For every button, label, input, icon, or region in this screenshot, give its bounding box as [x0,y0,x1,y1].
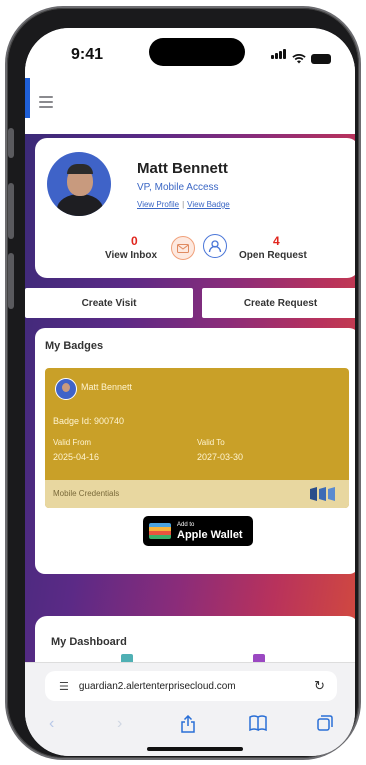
view-inbox-link[interactable]: View Inbox [105,250,157,261]
signal-icon [271,46,287,64]
phone-frame: 9:41 Matt Bennett VP, Mobile Access View… [7,8,359,758]
badges-card: My Badges Matt Bennett Badge Id: 900740 … [35,328,355,574]
badge-holder-name: Matt Bennett [81,382,133,392]
badge-card[interactable]: Matt Bennett Badge Id: 900740 Valid From… [45,368,349,508]
mute-switch [8,128,14,158]
avatar[interactable] [47,152,111,216]
browser-nav: ‹ › [25,715,355,739]
share-icon[interactable] [181,715,195,733]
wifi-icon [292,54,306,64]
profile-title: VP, Mobile Access [137,182,219,193]
back-icon[interactable]: ‹ [49,715,54,733]
valid-to-label: Valid To [197,438,225,447]
dashboard-title: My Dashboard [51,636,127,648]
open-request-link[interactable]: Open Request [239,250,307,261]
create-visit-button[interactable]: Create Visit [25,288,193,318]
mobile-credentials-label: Mobile Credentials [53,489,120,498]
view-badge-link[interactable]: View Badge [187,200,230,209]
wallet-icon [149,523,171,539]
volume-down-button [8,253,14,309]
hamburger-icon[interactable] [39,96,53,111]
volume-up-button [8,183,14,239]
profile-name: Matt Bennett [137,160,228,177]
badge-id: Badge Id: 900740 [53,416,125,426]
wallet-small-label: Add to [177,521,195,528]
badge-avatar [55,378,77,400]
view-profile-link[interactable]: View Profile [137,200,179,209]
add-to-apple-wallet-button[interactable]: Add to Apple Wallet [143,516,253,546]
inbox-count: 0 [131,234,138,248]
mail-icon[interactable] [171,236,195,260]
address-bar[interactable]: ☰ guardian2.alertenterprisecloud.com ↻ [45,671,337,701]
status-bar: 9:41 [25,28,355,76]
valid-from-value: 2025-04-16 [53,452,100,462]
dashboard-tile-icon[interactable] [121,654,133,662]
link-separator: | [182,200,185,209]
badges-section-title: My Badges [45,340,104,352]
valid-to-value: 2027-03-30 [197,452,244,462]
app-header [25,76,355,134]
valid-from-label: Valid From [53,438,92,447]
bookmarks-icon[interactable] [249,715,267,731]
tabs-icon[interactable] [317,715,333,731]
status-time: 9:41 [71,46,104,63]
user-icon[interactable] [203,234,227,258]
status-icons [271,46,331,64]
create-request-button[interactable]: Create Request [202,288,355,318]
battery-icon [311,54,331,64]
dynamic-island [149,38,245,66]
brand-logo-icon [310,487,335,501]
active-indicator [25,78,30,118]
profile-links: View Profile | View Badge [137,200,230,209]
request-count: 4 [273,234,280,248]
wallet-big-label: Apple Wallet [177,528,243,541]
home-indicator [147,747,243,751]
dashboard-tile-icon[interactable] [253,654,265,662]
screen: 9:41 Matt Bennett VP, Mobile Access View… [25,28,355,756]
main-content: Matt Bennett VP, Mobile Access View Prof… [25,134,355,662]
url-text: guardian2.alertenterprisecloud.com [78,680,236,692]
dashboard-card: My Dashboard [35,616,355,662]
badge-footer: Mobile Credentials [45,480,349,508]
page-settings-icon[interactable]: ☰ [59,680,69,693]
reload-icon[interactable]: ↻ [314,678,325,694]
forward-icon[interactable]: › [117,715,122,733]
profile-card: Matt Bennett VP, Mobile Access View Prof… [35,138,355,278]
browser-toolbar: ☰ guardian2.alertenterprisecloud.com ↻ ‹… [25,662,355,756]
